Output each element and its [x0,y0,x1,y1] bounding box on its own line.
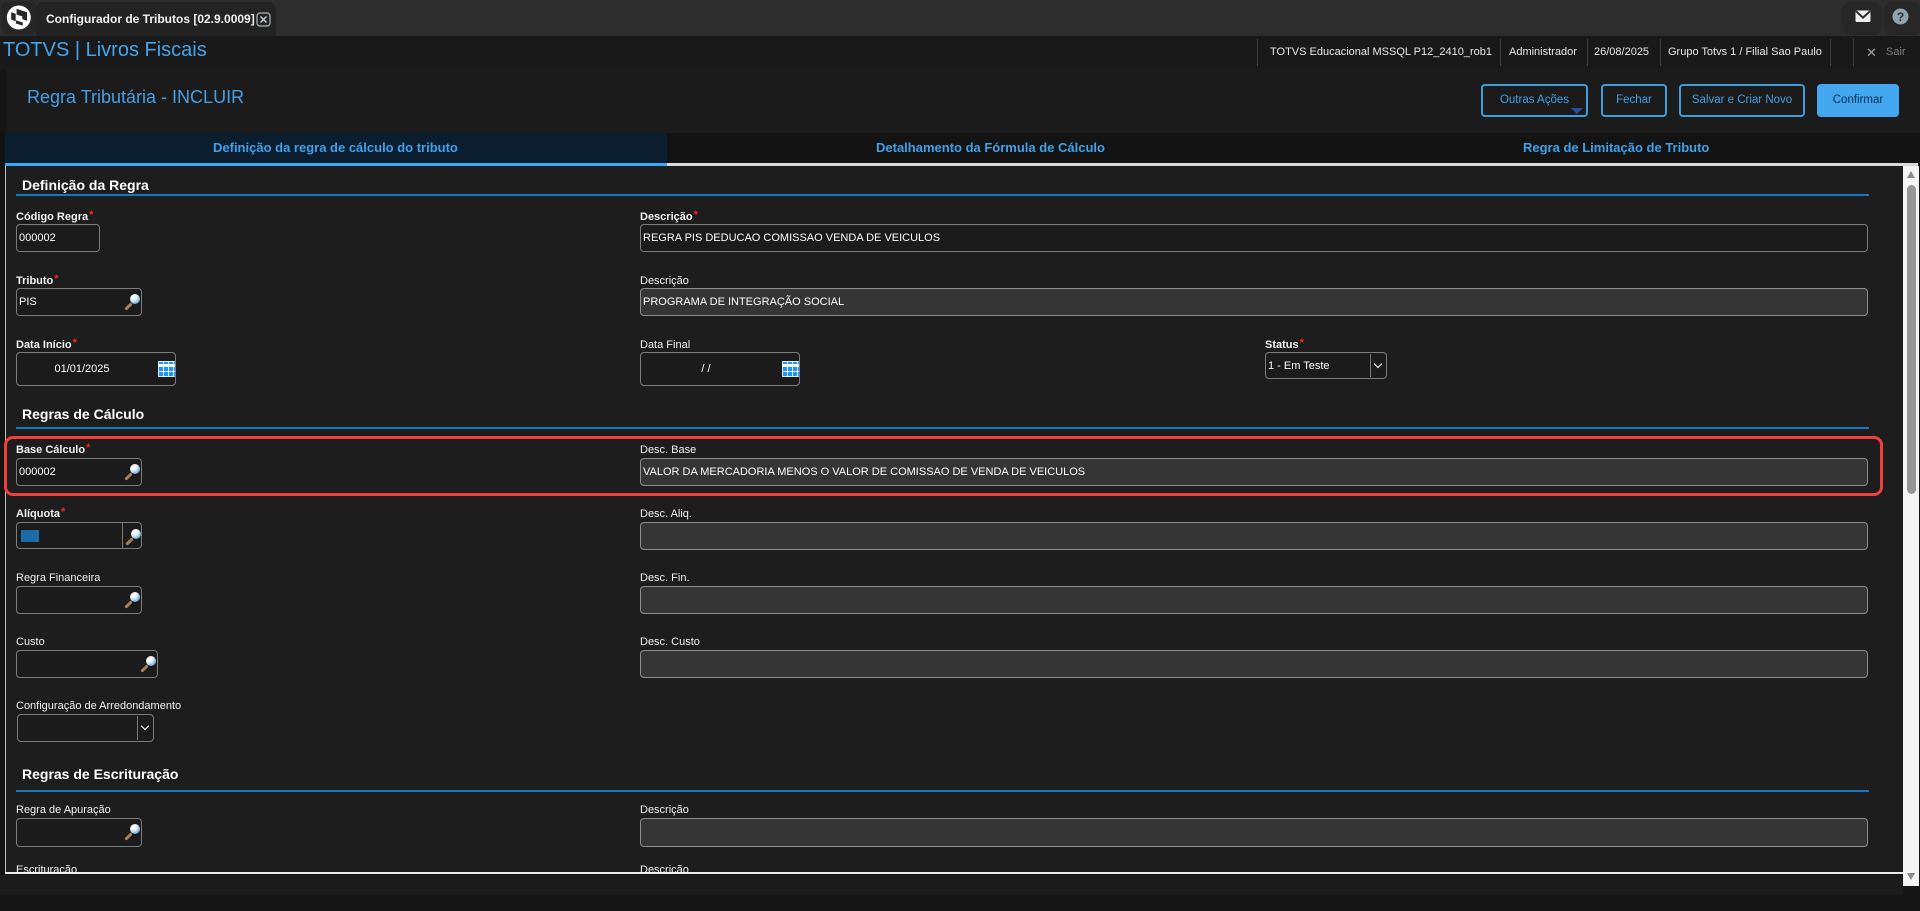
svg-text:?: ? [1897,10,1904,24]
